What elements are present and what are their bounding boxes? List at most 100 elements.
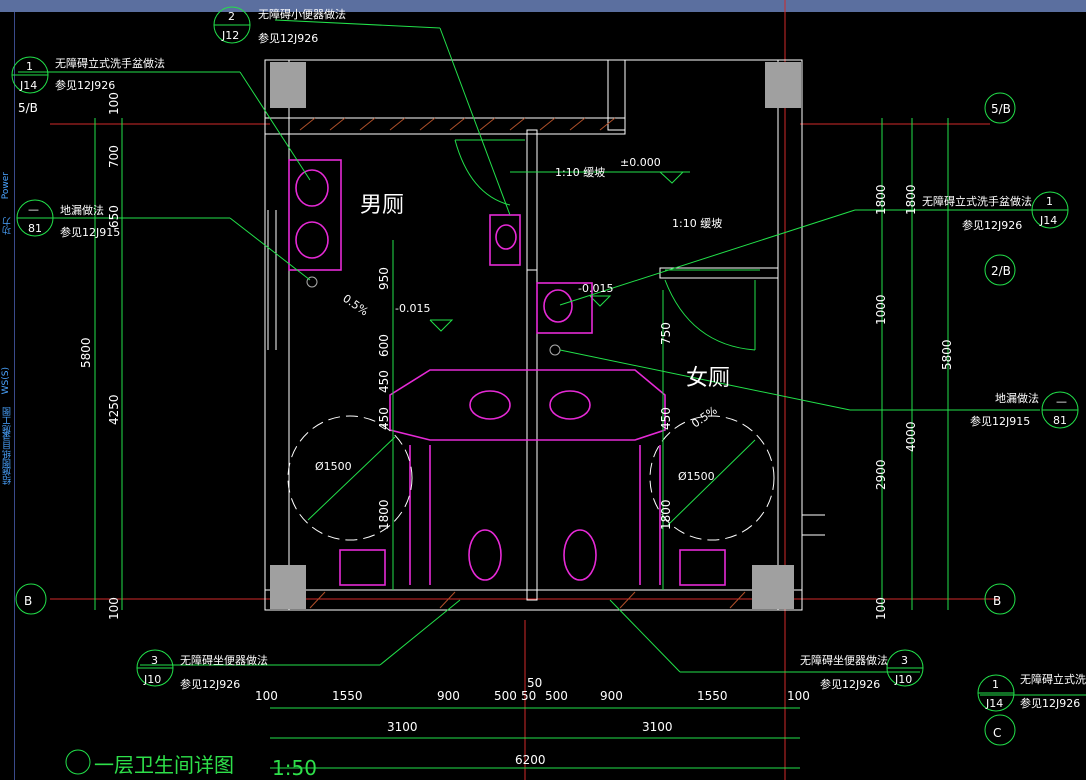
grid-label-5b: 5/B	[991, 102, 1011, 116]
callout-urinal-title: 无障碍小便器做法	[258, 7, 346, 21]
outer-walls	[264, 59, 825, 611]
annotation-level-0: ±0.000	[620, 156, 661, 169]
dims-left: 100 700 650 5800 4250 100	[79, 92, 121, 620]
dim-bottom-3: 500	[494, 689, 517, 703]
leader-lines	[18, 19, 1086, 696]
callout-washbasin-right-ref: J14	[1039, 214, 1057, 227]
callout-washbasin-right-num: 1	[1046, 195, 1053, 208]
dim-right2-1: 4000	[904, 421, 918, 452]
dim-left-1: 700	[107, 145, 121, 168]
callout-toilet-right-ref: J10	[894, 673, 912, 686]
callout-washbasin-bottomright-see: 参见12J926	[1020, 696, 1080, 710]
cad-canvas[interactable]: Power 功力 WS(S) 施工图 图纸目录 结施 男厕 女厕 2 J12 无…	[0, 0, 1086, 780]
callout-washbasin-bottomright-num: 1	[992, 678, 999, 691]
dim-inner-right-0: 750	[659, 322, 673, 345]
column-top-right	[765, 62, 801, 108]
annotation-circle-1: Ø1500	[315, 460, 352, 473]
grid-label-b-left: B	[24, 594, 32, 608]
callout-washbasin-left-ref: J14	[19, 79, 37, 92]
dim-right3-0: 5800	[940, 339, 954, 370]
room-label-men: 男厕	[360, 193, 404, 218]
dim-inner-left-0: 950	[377, 267, 391, 290]
level-marks	[429, 171, 690, 332]
callout-drain-right-see: 参见12J915	[970, 414, 1030, 428]
dims-inner-right: 750 450 1800	[659, 322, 673, 530]
dim-left-0: 100	[107, 92, 121, 115]
column-top-left	[270, 62, 306, 108]
callout-drain-right-num: —	[1056, 395, 1067, 408]
annotation-ramp-1: 1:10 缓坡	[555, 166, 605, 179]
dim-inner-left-2: 450	[377, 370, 391, 393]
dims-right: 1800 1000 2900 100 1800 4000 5800	[874, 184, 954, 620]
dim-bottom-extra: 50	[527, 676, 542, 690]
callout-drain-left-ref: 81	[28, 222, 42, 235]
column-bottom-right	[752, 565, 794, 609]
callout-toilet-left-title: 无障碍坐便器做法	[180, 653, 268, 667]
annotation-level-neg2: -0.015	[578, 282, 613, 295]
detail-index-circles	[11, 6, 1079, 775]
dim-bottom-4: 50	[521, 689, 536, 703]
callout-washbasin-left-see: 参见12J926	[55, 78, 115, 92]
dim-bottom-row2-right: 3100	[642, 720, 673, 734]
callout-washbasin-bottomright-title: 无障碍立式洗	[1020, 672, 1086, 686]
callout-toilet-right-title: 无障碍坐便器做法	[800, 653, 888, 667]
callout-washbasin-bottomright-ref: J14	[985, 697, 1003, 710]
dims-inner-left: 950 600 450 450 1800	[377, 267, 391, 530]
dim-bottom-1: 1550	[332, 689, 363, 703]
dim-bottom-total: 6200	[515, 753, 546, 767]
floor-plan-drawing: 男厕 女厕 2 J12 无障碍小便器做法 参见12J926 1 J14 无障碍立…	[11, 0, 1086, 780]
dim-inner-right-2: 1800	[659, 499, 673, 530]
dim-bottom-6: 900	[600, 689, 623, 703]
dim-bottom-7: 1550	[697, 689, 728, 703]
dim-inner-left-3: 450	[377, 407, 391, 430]
dim-bottom-row2-left: 3100	[387, 720, 418, 734]
annotation-slope-1: 0.5%	[340, 292, 370, 319]
dim-inner-left-1: 600	[377, 334, 391, 357]
annotation-circle-2: Ø1500	[678, 470, 715, 483]
annotation-ramp-2: 1:10 缓坡	[672, 217, 722, 230]
dim-left-5: 100	[107, 597, 121, 620]
dim-left-4: 4250	[107, 394, 121, 425]
callout-drain-left-num: —	[28, 203, 39, 216]
room-label-women: 女厕	[686, 366, 730, 391]
callout-urinal-see: 参见12J926	[258, 31, 318, 45]
callout-drain-right-ref: 81	[1053, 414, 1067, 427]
grid-label-2b: 2/B	[991, 264, 1011, 278]
callout-toilet-left-see: 参见12J926	[180, 677, 240, 691]
dim-right1-2: 2900	[874, 459, 888, 490]
dimension-lines	[94, 118, 949, 769]
callout-washbasin-left-num: 1	[26, 60, 33, 73]
callout-washbasin-right-title: 无障碍立式洗手盆做法	[922, 194, 1032, 208]
callout-toilet-left-num: 3	[151, 654, 158, 667]
callout-washbasin-right-see: 参见12J926	[962, 218, 1022, 232]
dim-left-3: 5800	[79, 337, 93, 368]
dim-bottom-0: 100	[255, 689, 278, 703]
wall-hatching	[299, 117, 746, 609]
callout-drain-left-title: 地漏做法	[60, 203, 104, 217]
dim-left-2: 650	[107, 205, 121, 228]
drawing-scale: 1:50	[272, 756, 317, 780]
dim-right2-0: 1800	[904, 184, 918, 215]
annotation-slope-2: 0.5%	[689, 404, 719, 431]
dim-inner-left-4: 1800	[377, 499, 391, 530]
callout-drain-right-title: 地漏做法	[995, 391, 1039, 405]
grid-label-b-right: B	[993, 594, 1001, 608]
dim-right1-1: 1000	[874, 294, 888, 325]
dim-right1-0: 1800	[874, 184, 888, 215]
callout-urinal-num: 2	[228, 10, 235, 23]
callout-washbasin-left-title: 无障碍立式洗手盆做法	[55, 56, 165, 70]
grid-label-5b-left: 5/B	[18, 101, 38, 115]
column-bottom-left	[270, 565, 306, 609]
dim-right1-3: 100	[874, 597, 888, 620]
grid-label-c: C	[993, 726, 1001, 740]
dim-inner-right-1: 450	[659, 407, 673, 430]
callout-toilet-right-num: 3	[901, 654, 908, 667]
callout-toilet-right-see: 参见12J926	[820, 677, 880, 691]
callout-urinal-ref: J12	[221, 29, 239, 42]
dim-bottom-2: 900	[437, 689, 460, 703]
callout-toilet-left-ref: J10	[143, 673, 161, 686]
dims-bottom-row1: 100 1550 900 500 50 500 900 1550 100 50	[255, 676, 810, 703]
drawing-title: 一层卫生间详图	[94, 753, 234, 777]
dim-bottom-5: 500	[545, 689, 568, 703]
floor-drain-right	[549, 344, 561, 356]
